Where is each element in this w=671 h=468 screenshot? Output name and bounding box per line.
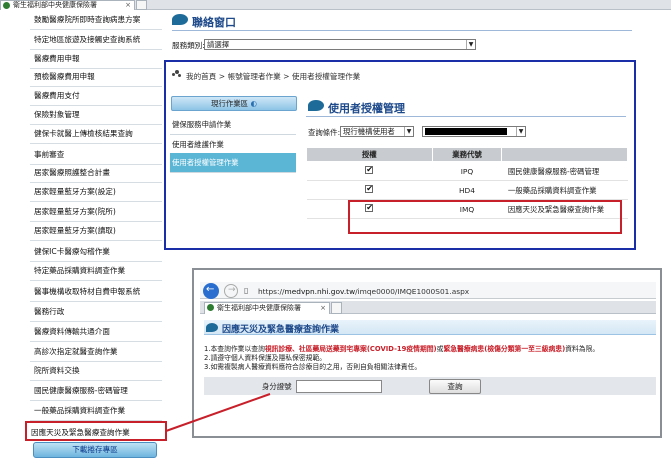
- sidebar-item[interactable]: 院所資料交換: [30, 361, 162, 381]
- table-row: IPQ國民健康醫療服務-密碼管理: [306, 161, 628, 181]
- popup-title: 因應天災及緊急醫療查詢作業: [222, 325, 340, 335]
- popup-tab-title: 衛生福利部中央健康保險署: [217, 304, 301, 312]
- site-favicon-icon: [207, 304, 214, 311]
- section-title: 使用者授權管理: [328, 102, 405, 115]
- sidebar-item[interactable]: 高診次指定就醫查詢作業: [30, 342, 162, 362]
- sidebar-item[interactable]: 事前審查: [30, 145, 162, 165]
- close-tab-icon[interactable]: ×: [125, 1, 131, 10]
- breadcrumb-icon: [172, 70, 182, 78]
- auth-cell: [306, 161, 433, 181]
- divider: [306, 116, 626, 117]
- url-text[interactable]: https://medvpn.nhi.gov.tw/imqe0000/IMQE1…: [258, 287, 469, 296]
- query-condition-label: 查詢條件:: [308, 128, 341, 137]
- breadcrumb: 我的首頁 > 帳號管理者作業 > 使用者授權管理作業: [186, 72, 361, 81]
- menu-item[interactable]: 使用者授權管理作業: [170, 153, 296, 173]
- url-prefix: https://: [258, 287, 285, 296]
- service-category-label: 服務類別:: [172, 41, 205, 50]
- notice-text: 資料為限。: [565, 345, 600, 353]
- menu-item[interactable]: 使用者維護作業: [170, 135, 296, 155]
- back-button[interactable]: ←: [203, 283, 219, 299]
- query-button[interactable]: 查詢: [429, 379, 481, 394]
- menu-item[interactable]: 健保服務申請作業: [170, 115, 296, 135]
- sidebar-item[interactable]: 健保IC卡醫療勾稽作業: [30, 242, 162, 262]
- divider: [172, 30, 632, 31]
- sidebar-item[interactable]: 鼓勵醫療院所即時查詢病患方案: [30, 10, 162, 30]
- notice-line-3: 3.如需複製病人醫療資料應符合診療目的之用，否則自負相關法律責任。: [204, 363, 422, 371]
- highlight-box: [348, 200, 622, 234]
- browser-tab-bar: 衛生福利部中央健康保險署 ×: [0, 0, 671, 10]
- sidebar-item[interactable]: 醫療資料傳輸共通介面: [30, 322, 162, 342]
- sidebar-item[interactable]: 醫療費用支付: [30, 86, 162, 106]
- query-condition-select[interactable]: 現行機構使用者 ▼: [340, 126, 414, 137]
- table-header-row: 授權 業務代號: [306, 147, 628, 162]
- chat-bubble-icon: [308, 100, 324, 111]
- table-row: HD4一般藥品採購資料調查作業: [306, 180, 628, 200]
- sidebar-item[interactable]: 一般藥品採購資料調查作業: [30, 401, 162, 421]
- forward-arrow-icon: →: [228, 285, 236, 295]
- arrow-icon: ◐: [250, 99, 257, 108]
- chevron-down-icon: ▼: [404, 127, 413, 136]
- sidebar-item[interactable]: 醫療費用申報: [30, 49, 162, 69]
- notice-emphasis: 緊急醫療病患(檢傷分類第一至三級病患): [443, 345, 566, 353]
- browser-tab-title: 衛生福利部中央健康保險署: [13, 1, 97, 9]
- id-number-input[interactable]: [296, 380, 382, 393]
- user-select[interactable]: ▼: [422, 126, 526, 137]
- download-area-button[interactable]: 下載捲存專區: [33, 442, 157, 458]
- sidebar-item[interactable]: 醫事機構收取特材自費申報系統: [30, 282, 162, 302]
- page-icon: ▯: [244, 286, 249, 295]
- auth-checkbox[interactable]: [365, 184, 374, 193]
- site-favicon-icon: [3, 2, 10, 9]
- browser-tab[interactable]: 衛生福利部中央健康保險署 ×: [0, 0, 135, 10]
- query-condition-value: 現行機構使用者: [343, 127, 395, 136]
- business-name: 國民健康醫療服務-密碼管理: [501, 161, 628, 181]
- table-header: 授權: [306, 147, 433, 162]
- sidebar-item[interactable]: 特定地區旅遊及接觸史查詢系統: [30, 30, 162, 50]
- url-path: /imqe0000/IMQE1000S01.aspx: [355, 287, 470, 296]
- chevron-down-icon: ▼: [466, 40, 475, 49]
- sidebar-item[interactable]: 居家輕量藍牙方案(讀取): [30, 221, 162, 241]
- close-tab-icon[interactable]: ×: [320, 303, 326, 314]
- back-arrow-icon: ←: [206, 284, 215, 295]
- sidebar-item[interactable]: 健保卡就醫上傳檢核結果查詢: [30, 124, 162, 144]
- service-category-value: 請選擇: [207, 40, 230, 49]
- business-code: IPQ: [432, 161, 502, 181]
- current-task-label: 現行作業區: [211, 99, 249, 108]
- sidebar-item[interactable]: 居家醫療照護整合計畫: [30, 163, 162, 183]
- business-name: 一般藥品採購資料調查作業: [501, 180, 628, 200]
- auth-cell: [306, 180, 433, 200]
- new-tab-button[interactable]: [136, 0, 147, 10]
- new-tab-button[interactable]: [331, 302, 342, 314]
- popup-browser-tab[interactable]: 衛生福利部中央健康保險署 ×: [204, 302, 330, 314]
- chat-bubble-icon: [206, 323, 218, 332]
- contact-title: 聯絡窗口: [192, 16, 236, 29]
- sidebar-item[interactable]: 預檢醫療費用申報: [30, 67, 162, 87]
- service-category-select[interactable]: 請選擇 ▼: [204, 39, 476, 50]
- business-code: HD4: [432, 180, 502, 200]
- forward-button[interactable]: →: [224, 284, 238, 298]
- sidebar-item[interactable]: 居家輕量藍牙方案(設定): [30, 182, 162, 202]
- table-header: [501, 147, 628, 162]
- chat-bubble-icon: [172, 14, 188, 25]
- current-task-button[interactable]: 現行作業區 ◐: [171, 96, 297, 111]
- url-host: medvpn.nhi.gov.tw: [284, 287, 356, 296]
- sidebar-item[interactable]: 因應天災及緊急醫療查詢作業: [25, 421, 167, 441]
- sidebar-item[interactable]: 居家輕量藍牙方案(院所): [30, 202, 162, 222]
- sidebar-item[interactable]: 國民健康醫療服務-密碼管理: [30, 381, 162, 401]
- sidebar-item[interactable]: 特定藥品採購資料調查作業: [30, 261, 162, 281]
- redacted-user-block: [425, 128, 507, 135]
- sidebar-item[interactable]: 醫務行政: [30, 302, 162, 322]
- auth-checkbox[interactable]: [365, 165, 374, 174]
- sidebar-item[interactable]: 保險對象管理: [30, 105, 162, 125]
- connector-arrow: [165, 393, 271, 432]
- chevron-down-icon: ▼: [516, 127, 525, 136]
- table-header: 業務代號: [431, 147, 503, 162]
